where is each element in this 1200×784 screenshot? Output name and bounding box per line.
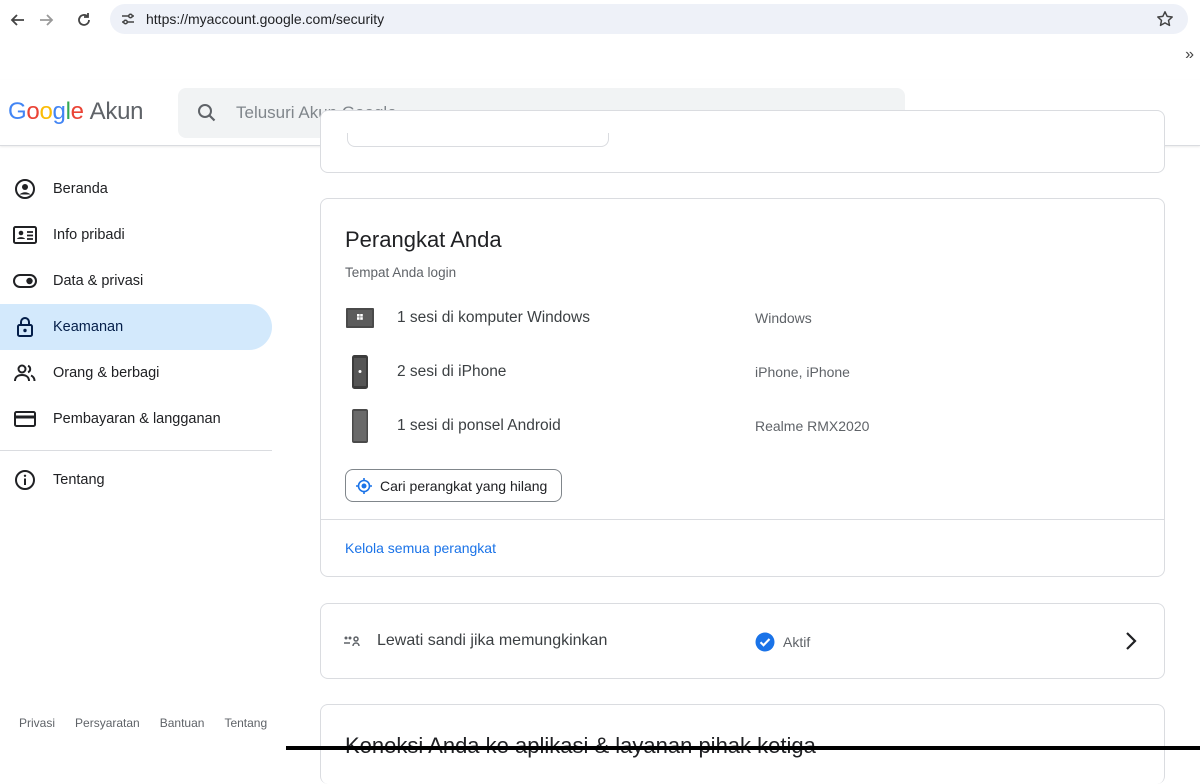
passkey-status-text: Aktif xyxy=(783,634,811,650)
passkey-label: Lewati sandi jika memungkinkan xyxy=(377,632,608,649)
logo-letter: g xyxy=(52,98,66,125)
logo-letter: o xyxy=(26,98,40,125)
toggle-icon xyxy=(12,269,38,293)
android-phone-icon xyxy=(345,408,397,444)
logo-letter: G xyxy=(8,98,27,125)
footer-link-tentang[interactable]: Tentang xyxy=(224,716,267,730)
people-icon xyxy=(12,361,38,385)
device-row-android[interactable]: 1 sesi di ponsel Android Realme RMX2020 xyxy=(345,406,1135,446)
location-target-icon xyxy=(356,477,372,494)
devices-card: Perangkat Anda Tempat Anda login 1 sesi … xyxy=(320,198,1165,577)
akun-label: Akun xyxy=(89,98,144,125)
sidebar-item-info-pribadi[interactable]: Info pribadi xyxy=(0,212,272,258)
footer-link-bantuan[interactable]: Bantuan xyxy=(160,716,205,730)
passkey-status: Aktif xyxy=(755,632,810,652)
site-settings-icon[interactable] xyxy=(110,11,146,27)
sidebar-item-orang-berbagi[interactable]: Orang & berbagi xyxy=(0,350,272,396)
google-account-logo[interactable]: Google Akun xyxy=(8,98,143,126)
sidebar-nav: Beranda Info pribadi Data & privasi Keam… xyxy=(0,166,272,503)
sidebar-item-beranda[interactable]: Beranda xyxy=(0,166,272,212)
sidebar-item-label: Beranda xyxy=(53,181,108,197)
home-account-icon xyxy=(12,177,38,201)
forward-button[interactable] xyxy=(28,2,64,38)
devices-title: Perangkat Anda xyxy=(345,227,502,252)
info-icon xyxy=(12,468,38,492)
sidebar-item-label: Tentang xyxy=(53,472,105,488)
previous-card-button[interactable] xyxy=(347,133,609,147)
lock-icon xyxy=(12,315,38,339)
arrow-left-icon xyxy=(10,14,24,26)
find-lost-device-label: Cari perangkat yang hilang xyxy=(380,477,548,494)
manage-all-devices-link[interactable]: Kelola semua perangkat xyxy=(345,540,496,556)
device-type: iPhone, iPhone xyxy=(755,364,850,380)
device-row-iphone[interactable]: 2 sesi di iPhone iPhone, iPhone xyxy=(345,352,1135,392)
address-bar[interactable]: https://myaccount.google.com/security xyxy=(110,4,1188,34)
sidebar-item-data-privasi[interactable]: Data & privasi xyxy=(0,258,272,304)
passkey-icon xyxy=(343,633,361,654)
arrow-right-icon xyxy=(40,14,54,26)
footer-link-privasi[interactable]: Privasi xyxy=(19,716,55,730)
check-circle-icon xyxy=(755,632,775,652)
reload-icon xyxy=(78,13,90,26)
devices-subtitle: Tempat Anda login xyxy=(345,265,457,280)
logo-letter: o xyxy=(39,98,53,125)
sidebar-item-label: Keamanan xyxy=(53,319,124,335)
sidebar-item-label: Info pribadi xyxy=(53,227,125,243)
id-card-icon xyxy=(12,223,38,247)
extensions-overflow-button[interactable]: » xyxy=(1185,46,1194,64)
sidebar-item-tentang[interactable]: Tentang xyxy=(0,457,272,503)
find-lost-device-button[interactable]: Cari perangkat yang hilang xyxy=(345,469,563,502)
device-type: Windows xyxy=(755,310,812,326)
sidebar-item-keamanan[interactable]: Keamanan xyxy=(0,304,272,350)
screen-bottom-edge xyxy=(286,746,1200,750)
device-type: Realme RMX2020 xyxy=(755,418,870,434)
chevron-right-icon[interactable] xyxy=(1124,630,1138,657)
device-row-windows[interactable]: 1 sesi di komputer Windows Windows xyxy=(345,298,1135,338)
bookmark-star-icon[interactable] xyxy=(1156,10,1174,33)
sidebar-divider xyxy=(0,450,272,451)
third-party-card: Koneksi Anda ke aplikasi & layanan pihak… xyxy=(320,704,1165,784)
sidebar-item-label: Data & privasi xyxy=(53,273,144,289)
credit-card-icon xyxy=(12,407,38,431)
device-name: 1 sesi di ponsel Android xyxy=(397,417,561,434)
device-name: 1 sesi di komputer Windows xyxy=(397,309,590,326)
sidebar-item-pembayaran[interactable]: Pembayaran & langganan xyxy=(0,396,272,442)
devices-divider xyxy=(321,519,1164,520)
browser-toolbar: https://myaccount.google.com/security xyxy=(0,0,1200,40)
windows-computer-icon xyxy=(345,306,397,330)
sidebar-item-label: Orang & berbagi xyxy=(53,365,160,381)
iphone-icon xyxy=(345,354,397,390)
url-text: https://myaccount.google.com/security xyxy=(146,11,385,27)
previous-card xyxy=(320,110,1165,173)
logo-letter: e xyxy=(70,98,84,125)
device-name: 2 sesi di iPhone xyxy=(397,363,507,380)
footer-links: Privasi Persyaratan Bantuan Tentang xyxy=(19,716,267,730)
google-wordmark: Google xyxy=(8,98,84,125)
passkey-card[interactable]: Lewati sandi jika memungkinkan Aktif xyxy=(320,603,1165,679)
search-icon[interactable] xyxy=(178,103,236,123)
footer-link-persyaratan[interactable]: Persyaratan xyxy=(75,716,140,730)
sidebar-item-label: Pembayaran & langganan xyxy=(53,411,221,427)
reload-button[interactable] xyxy=(66,2,102,38)
